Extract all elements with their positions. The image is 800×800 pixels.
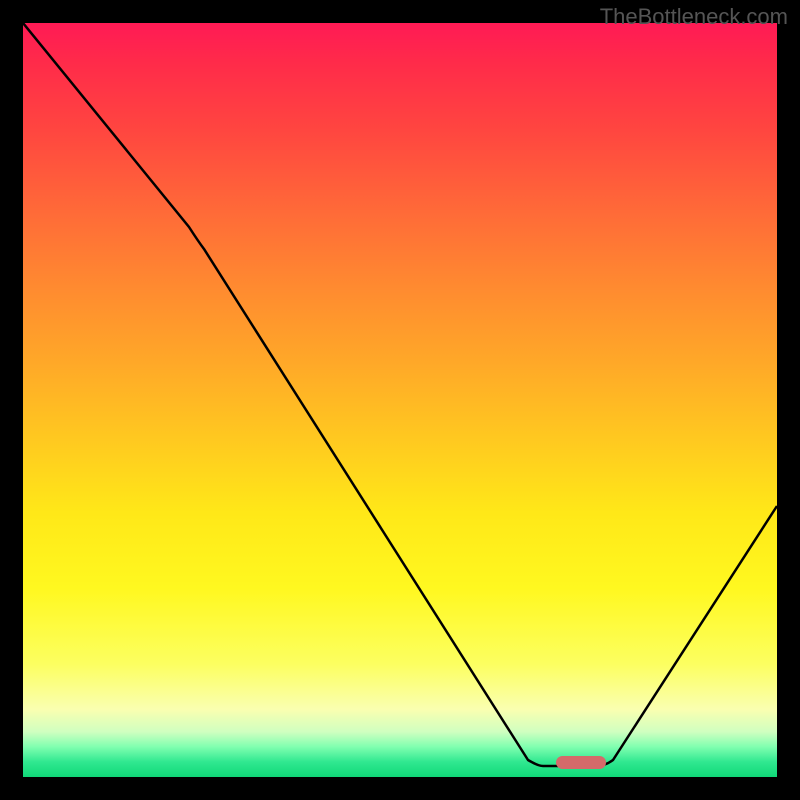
watermark-text: TheBottleneck.com: [600, 4, 788, 30]
chart-plot-area: [23, 23, 777, 777]
chart-curve: [23, 23, 777, 766]
chart-minimum-marker: [556, 756, 606, 769]
chart-curve-svg: [23, 23, 777, 777]
